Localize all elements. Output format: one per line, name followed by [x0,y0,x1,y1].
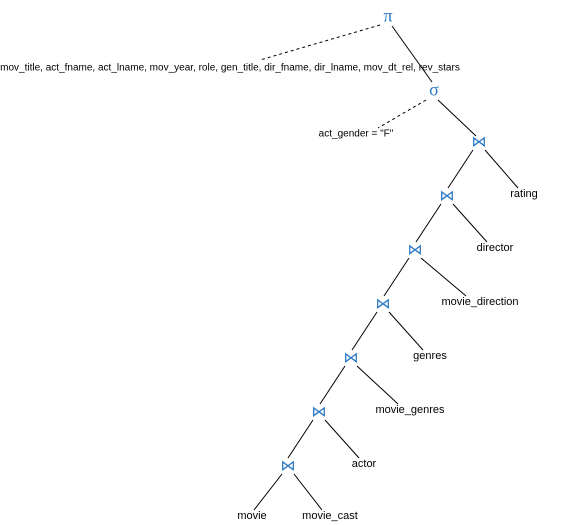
operator-join-3: ⋈ [408,241,423,260]
selection-predicate: act_gender = "F" [319,129,394,140]
relation-movie-genres: movie_genres [375,404,444,416]
relation-movie: movie [237,510,266,522]
operator-join-2: ⋈ [440,187,455,206]
relation-genres: genres [413,350,447,362]
relation-director: director [477,242,514,254]
operator-join-7: ⋈ [281,457,296,476]
operator-selection: σ [429,80,439,101]
operator-join-4: ⋈ [376,295,391,314]
relation-movie-cast: movie_cast [302,510,358,522]
relation-actor: actor [352,458,376,470]
projection-attributes: mov_title, act_fname, act_lname, mov_yea… [0,63,460,74]
relation-rating: rating [510,188,538,200]
operator-join-5: ⋈ [344,349,359,368]
operator-join-1: ⋈ [472,133,487,152]
operator-projection: π [383,6,392,27]
relation-movie-direction: movie_direction [441,296,518,308]
operator-join-6: ⋈ [312,403,327,422]
